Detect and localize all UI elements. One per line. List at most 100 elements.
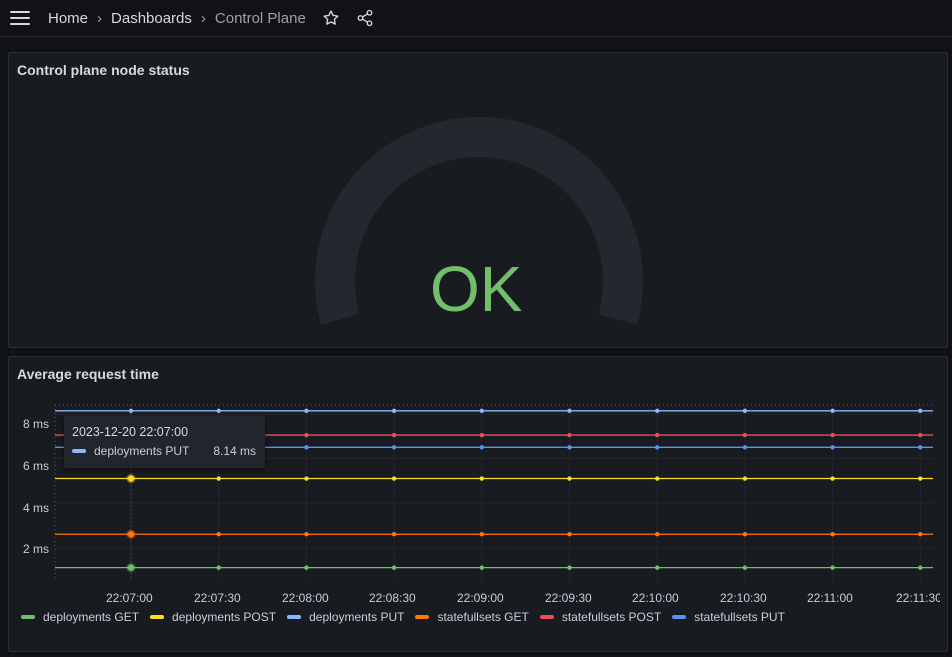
data-point — [304, 408, 309, 413]
data-point — [742, 532, 748, 537]
y-tick-label: 2 ms — [22, 542, 49, 556]
data-point — [391, 532, 397, 537]
data-point — [216, 565, 221, 570]
data-point — [567, 476, 572, 481]
data-point — [918, 432, 923, 438]
data-point — [655, 432, 660, 438]
data-point — [918, 445, 923, 450]
data-point — [655, 476, 660, 481]
data-point — [479, 532, 484, 537]
data-point — [479, 408, 484, 413]
legend-swatch — [415, 615, 430, 619]
data-point — [742, 432, 748, 438]
breadcrumb-home[interactable]: Home — [48, 10, 88, 27]
data-point — [391, 476, 397, 481]
x-tick-label: 22:11:00 — [807, 591, 853, 605]
data-point — [391, 445, 397, 450]
legend-swatch — [287, 615, 302, 619]
status-value: OK — [430, 253, 523, 325]
data-point — [830, 476, 835, 481]
x-tick-label: 22:09:30 — [545, 591, 592, 605]
data-point — [304, 532, 309, 537]
y-tick-label: 4 ms — [22, 501, 49, 515]
data-point — [567, 432, 572, 438]
chart-legend: deployments GET deployments POST deploym… — [21, 610, 796, 624]
time-series-chart[interactable] — [9, 357, 947, 597]
tooltip-swatch — [72, 449, 86, 453]
x-tick-label: 22:07:00 — [106, 591, 153, 605]
data-point — [128, 408, 134, 413]
data-point — [567, 565, 572, 570]
data-point — [567, 408, 572, 413]
x-tick-label: 22:08:00 — [282, 591, 329, 605]
data-point — [391, 408, 397, 413]
legend-item-deployments-get[interactable]: deployments GET — [21, 610, 139, 624]
data-point — [391, 565, 397, 570]
data-point — [567, 445, 572, 450]
data-point — [918, 476, 923, 481]
chevron-right-icon: › — [97, 9, 103, 27]
data-point — [479, 445, 484, 450]
x-tick-label: 22:10:30 — [720, 591, 767, 605]
legend-swatch — [150, 615, 165, 619]
data-point — [830, 408, 835, 413]
legend-label: statefullsets PUT — [694, 610, 785, 624]
chart-tooltip: 2023-12-20 22:07:00 deployments PUT 8.14… — [64, 415, 265, 468]
data-point — [479, 565, 484, 570]
menu-icon[interactable] — [10, 11, 30, 25]
tooltip-time: 2023-12-20 22:07:00 — [72, 425, 189, 439]
legend-label: deployments PUT — [309, 610, 405, 624]
data-point — [479, 476, 484, 481]
chevron-right-icon: › — [200, 9, 206, 27]
data-point — [304, 432, 309, 438]
star-icon[interactable] — [320, 7, 342, 29]
share-icon[interactable] — [354, 7, 376, 29]
legend-swatch — [672, 615, 687, 619]
breadcrumb-current: Control Plane — [214, 9, 306, 27]
data-point — [216, 476, 221, 481]
top-navigation-bar: Home › Dashboards › Control Plane — [0, 0, 952, 37]
data-point — [479, 432, 484, 438]
legend-label: statefullsets POST — [561, 610, 662, 624]
data-point — [304, 565, 309, 570]
data-point — [304, 445, 309, 450]
breadcrumb: Home › Dashboards › Control Plane — [48, 10, 306, 27]
highlight-point — [128, 531, 134, 538]
x-tick-label: 22:10:00 — [632, 591, 679, 605]
breadcrumb-dashboards[interactable]: Dashboards — [111, 10, 192, 27]
tooltip-value: 8.14 ms — [213, 444, 256, 458]
data-point — [216, 532, 221, 537]
legend-swatch — [539, 615, 554, 619]
data-point — [742, 476, 748, 481]
x-tick-label: 22:08:30 — [369, 591, 416, 605]
data-point — [918, 565, 923, 570]
tooltip-series-row: deployments PUT — [72, 444, 189, 458]
legend-item-deployments-put[interactable]: deployments PUT — [287, 610, 404, 624]
highlight-point — [128, 564, 134, 571]
legend-item-deployments-post[interactable]: deployments POST — [150, 610, 276, 624]
data-point — [655, 408, 660, 413]
y-tick-label: 8 ms — [22, 417, 49, 431]
data-point — [830, 532, 835, 537]
x-tick-label: 22:07:30 — [194, 591, 241, 605]
node-status-panel: Control plane node status OK — [8, 52, 948, 348]
highlight-point — [128, 475, 134, 482]
data-point — [742, 408, 748, 413]
legend-label: statefullsets GET — [437, 610, 529, 624]
legend-item-statefullsets-post[interactable]: statefullsets POST — [539, 610, 662, 624]
data-point — [567, 532, 572, 537]
data-point — [830, 445, 835, 450]
data-point — [742, 445, 748, 450]
legend-item-statefullsets-get[interactable]: statefullsets GET — [415, 610, 529, 624]
x-tick-label: 22:09:00 — [457, 591, 504, 605]
data-point — [918, 408, 923, 413]
data-point — [304, 476, 309, 481]
data-point — [918, 532, 923, 537]
legend-label: deployments GET — [43, 610, 140, 624]
legend-label: deployments POST — [172, 610, 277, 624]
request-time-panel: Average request time 8 ms 6 ms 4 ms 2 ms… — [8, 356, 948, 652]
legend-item-statefullsets-put[interactable]: statefullsets PUT — [672, 610, 785, 624]
data-point — [655, 445, 660, 450]
data-point — [391, 432, 397, 438]
tooltip-series-name: deployments PUT — [94, 444, 190, 458]
